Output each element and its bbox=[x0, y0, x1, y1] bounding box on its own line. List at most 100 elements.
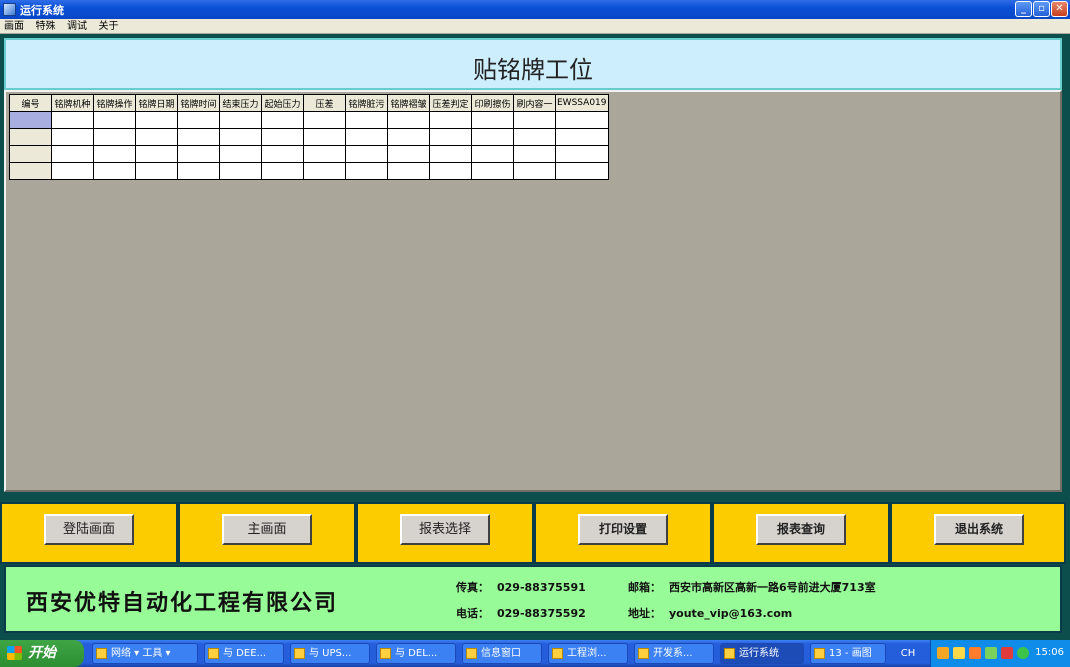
grid-cell[interactable] bbox=[93, 111, 136, 129]
grid-cell[interactable] bbox=[471, 128, 514, 146]
data-grid[interactable]: 编号 铭牌机种 铭牌操作 铭牌日期 铭牌时间 结束压力 起始压力 压差 铭牌脏污… bbox=[9, 94, 609, 180]
row-header-cell[interactable] bbox=[9, 128, 52, 146]
col-header[interactable]: 编号 bbox=[9, 94, 52, 112]
taskbar-item[interactable]: 13 - 画图 bbox=[810, 643, 886, 664]
col-header[interactable]: 铭牌时间 bbox=[177, 94, 220, 112]
menu-about[interactable]: 关于 bbox=[95, 20, 123, 34]
grid-cell[interactable] bbox=[303, 162, 346, 180]
taskbar-item[interactable]: 信息窗口 bbox=[462, 643, 542, 664]
taskbar-item[interactable]: 与 DEL... bbox=[376, 643, 456, 664]
taskbar-item[interactable]: 开发系... bbox=[634, 643, 714, 664]
restore-button[interactable]: ▫ bbox=[1033, 1, 1050, 17]
grid-cell[interactable] bbox=[219, 128, 262, 146]
grid-cell[interactable] bbox=[555, 145, 609, 163]
grid-cell[interactable] bbox=[345, 128, 388, 146]
security-icon[interactable] bbox=[1017, 647, 1029, 659]
grid-cell[interactable] bbox=[429, 128, 472, 146]
report-query-button[interactable]: 报表查询 bbox=[756, 514, 846, 545]
start-button[interactable]: 开始 bbox=[0, 640, 84, 667]
close-button[interactable]: ✕ bbox=[1051, 1, 1068, 17]
grid-cell[interactable] bbox=[261, 162, 304, 180]
col-header[interactable]: 铭牌操作 bbox=[93, 94, 136, 112]
grid-cell[interactable] bbox=[135, 145, 178, 163]
taskbar-item-network[interactable]: 网络 ▾ 工具 ▾ bbox=[92, 643, 198, 664]
col-header[interactable]: EWSSA019 bbox=[555, 94, 609, 112]
grid-cell[interactable] bbox=[177, 128, 220, 146]
grid-cell[interactable] bbox=[513, 162, 556, 180]
grid-cell[interactable] bbox=[135, 111, 178, 129]
col-header[interactable]: 起始压力 bbox=[261, 94, 304, 112]
col-header[interactable]: 印刷擦伤 bbox=[471, 94, 514, 112]
tray-icon[interactable] bbox=[969, 647, 981, 659]
row-header-cell[interactable] bbox=[9, 145, 52, 163]
grid-cell[interactable] bbox=[135, 128, 178, 146]
main-screen-button[interactable]: 主画面 bbox=[222, 514, 312, 545]
grid-cell[interactable] bbox=[219, 145, 262, 163]
col-header[interactable]: 压差判定 bbox=[429, 94, 472, 112]
grid-cell[interactable] bbox=[177, 162, 220, 180]
grid-cell[interactable] bbox=[513, 128, 556, 146]
grid-cell[interactable] bbox=[93, 128, 136, 146]
minimize-button[interactable]: _ bbox=[1015, 1, 1032, 17]
grid-cell[interactable] bbox=[513, 111, 556, 129]
report-select-button[interactable]: 报表选择 bbox=[400, 514, 490, 545]
grid-cell[interactable] bbox=[471, 145, 514, 163]
grid-cell[interactable] bbox=[93, 145, 136, 163]
grid-cell[interactable] bbox=[345, 145, 388, 163]
grid-cell[interactable] bbox=[261, 145, 304, 163]
col-header[interactable]: 结束压力 bbox=[219, 94, 262, 112]
grid-cell[interactable] bbox=[429, 145, 472, 163]
grid-cell[interactable] bbox=[387, 111, 430, 129]
grid-cell[interactable] bbox=[555, 128, 609, 146]
taskbar-item[interactable]: 工程浏... bbox=[548, 643, 628, 664]
taskbar-item-active[interactable]: 运行系统 bbox=[720, 643, 804, 664]
exit-system-button[interactable]: 退出系统 bbox=[934, 514, 1024, 545]
grid-cell[interactable] bbox=[387, 128, 430, 146]
grid-cell[interactable] bbox=[51, 162, 94, 180]
table-row[interactable] bbox=[9, 145, 609, 163]
grid-cell[interactable] bbox=[51, 145, 94, 163]
col-header[interactable]: 压差 bbox=[303, 94, 346, 112]
tray-icon[interactable] bbox=[937, 647, 949, 659]
grid-cell[interactable] bbox=[303, 128, 346, 146]
grid-cell[interactable] bbox=[555, 162, 609, 180]
grid-cell[interactable] bbox=[51, 111, 94, 129]
col-header[interactable]: 铭牌日期 bbox=[135, 94, 178, 112]
grid-cell[interactable] bbox=[261, 111, 304, 129]
grid-cell[interactable] bbox=[471, 162, 514, 180]
grid-cell[interactable] bbox=[177, 111, 220, 129]
grid-cell[interactable] bbox=[135, 162, 178, 180]
table-row[interactable] bbox=[9, 128, 609, 146]
grid-cell[interactable] bbox=[429, 111, 472, 129]
col-header[interactable]: 刷内容一 bbox=[513, 94, 556, 112]
antivirus-icon[interactable] bbox=[1001, 647, 1013, 659]
print-settings-button[interactable]: 打印设置 bbox=[578, 514, 668, 545]
col-header[interactable]: 铭牌褶皱 bbox=[387, 94, 430, 112]
grid-cell[interactable] bbox=[387, 162, 430, 180]
grid-cell[interactable] bbox=[303, 111, 346, 129]
menu-debug[interactable]: 调试 bbox=[63, 20, 91, 34]
row-header-cell[interactable] bbox=[9, 162, 52, 180]
grid-cell[interactable] bbox=[471, 111, 514, 129]
grid-cell[interactable] bbox=[51, 128, 94, 146]
grid-cell[interactable] bbox=[261, 128, 304, 146]
tray-icon[interactable] bbox=[985, 647, 997, 659]
menu-screen[interactable]: 画面 bbox=[0, 20, 28, 34]
grid-cell[interactable] bbox=[345, 111, 388, 129]
row-header-cell[interactable] bbox=[9, 111, 52, 129]
grid-cell[interactable] bbox=[219, 162, 262, 180]
grid-cell[interactable] bbox=[513, 145, 556, 163]
taskbar-item[interactable]: 与 UPS... bbox=[290, 643, 370, 664]
grid-cell[interactable] bbox=[177, 145, 220, 163]
grid-cell[interactable] bbox=[429, 162, 472, 180]
grid-cell[interactable] bbox=[387, 145, 430, 163]
language-indicator[interactable]: CH bbox=[890, 645, 926, 662]
table-row[interactable] bbox=[9, 111, 609, 129]
table-row[interactable] bbox=[9, 162, 609, 180]
grid-cell[interactable] bbox=[303, 145, 346, 163]
grid-cell[interactable] bbox=[555, 111, 609, 129]
grid-cell[interactable] bbox=[345, 162, 388, 180]
login-screen-button[interactable]: 登陆画面 bbox=[44, 514, 134, 545]
col-header[interactable]: 铭牌机种 bbox=[51, 94, 94, 112]
col-header[interactable]: 铭牌脏污 bbox=[345, 94, 388, 112]
